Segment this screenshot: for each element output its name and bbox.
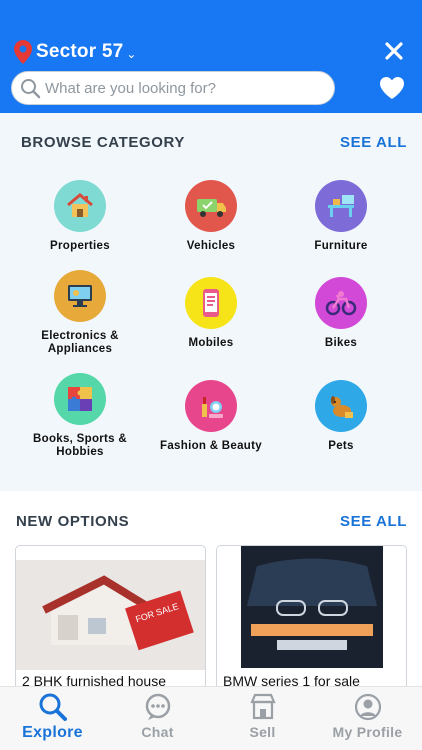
- truck-icon: [185, 180, 237, 232]
- bike-icon: [315, 277, 367, 329]
- tab-explore[interactable]: Explore: [0, 687, 105, 750]
- chat-icon: [145, 693, 170, 720]
- listing-card[interactable]: BMW series 1 for sale: [216, 545, 407, 690]
- profile-icon: [354, 693, 381, 721]
- computer-icon: [54, 270, 106, 322]
- category-label: Vehicles: [186, 240, 236, 252]
- tab-label: Sell: [249, 724, 276, 740]
- category-furniture[interactable]: Furniture: [274, 180, 408, 253]
- puzzle-icon: [54, 373, 106, 425]
- category-fashion-beauty[interactable]: Fashion & Beauty: [144, 380, 278, 453]
- tab-sell[interactable]: Sell: [210, 687, 315, 750]
- listing-card[interactable]: FOR SALE 2 BHK furnished house: [15, 545, 206, 690]
- category-label: Electronics & Appliances: [41, 330, 119, 355]
- bottom-tab-bar: Explore Chat Sell My Profile: [0, 686, 422, 750]
- category-label: Furniture: [314, 240, 368, 252]
- section-title: BROWSE CATEGORY: [21, 134, 186, 151]
- tab-label: Explore: [22, 724, 83, 741]
- category-properties[interactable]: Properties: [13, 180, 147, 253]
- heart-icon[interactable]: [379, 76, 405, 100]
- tab-my-profile[interactable]: My Profile: [315, 687, 420, 750]
- tab-label: My Profile: [332, 724, 403, 740]
- category-bikes[interactable]: Bikes: [274, 277, 408, 350]
- close-icon[interactable]: [383, 40, 405, 62]
- bmw-car-image: [217, 546, 406, 670]
- search-bar[interactable]: [11, 71, 335, 105]
- tab-chat[interactable]: Chat: [105, 687, 210, 750]
- search-icon: [39, 693, 67, 721]
- cosmetics-icon: [185, 380, 237, 432]
- store-icon: [249, 693, 276, 720]
- category-mobiles[interactable]: Mobiles: [144, 277, 278, 350]
- furniture-icon: [315, 180, 367, 232]
- tab-label: Chat: [141, 724, 174, 740]
- browse-category-section: BROWSE CATEGORY SEE ALL Properties Vehic…: [0, 113, 422, 491]
- category-pets[interactable]: Pets: [274, 380, 408, 453]
- search-input[interactable]: [45, 79, 315, 97]
- category-electronics-appliances[interactable]: Electronics & Appliances: [13, 270, 147, 356]
- category-label: Mobiles: [188, 337, 234, 349]
- location-selector[interactable]: Sector 57 ⌄: [14, 40, 136, 64]
- dog-icon: [315, 380, 367, 432]
- see-all-options-link[interactable]: SEE ALL: [340, 513, 407, 530]
- location-label: Sector 57: [36, 41, 124, 62]
- category-label: Books, Sports & Hobbies: [33, 433, 127, 458]
- category-label: Bikes: [324, 337, 358, 349]
- top-header: Sector 57 ⌄: [0, 0, 422, 113]
- category-label: Pets: [328, 440, 354, 452]
- search-icon: [21, 78, 41, 98]
- phone-icon: [185, 277, 237, 329]
- category-vehicles[interactable]: Vehicles: [144, 180, 278, 253]
- category-books-sports-hobbies[interactable]: Books, Sports & Hobbies: [13, 373, 147, 459]
- category-label: Fashion & Beauty: [160, 440, 262, 452]
- chevron-down-icon: ⌄: [126, 47, 137, 61]
- location-pin-icon: [14, 40, 32, 64]
- house-icon: [54, 180, 106, 232]
- section-title: NEW OPTIONS: [16, 513, 130, 530]
- category-label: Properties: [50, 240, 110, 252]
- see-all-categories-link[interactable]: SEE ALL: [340, 134, 407, 151]
- house-for-sale-image: FOR SALE: [16, 560, 205, 670]
